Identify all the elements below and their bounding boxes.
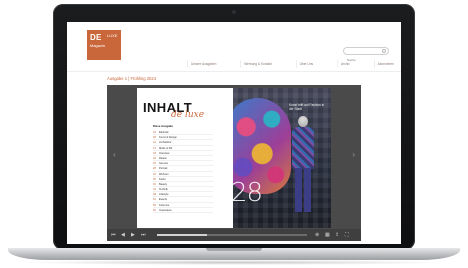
site-header: DE LUXE Magazin Unsere Ausgaben Werbung … <box>67 22 401 72</box>
toc-script-text: de luxe <box>171 110 205 120</box>
toc-item-title: Beauty <box>159 182 168 186</box>
toc-item-title: Genuss <box>159 162 168 166</box>
toc-item-title: Events <box>159 198 167 202</box>
toc-item-title: Kultur <box>159 177 166 181</box>
search-box[interactable] <box>343 47 389 63</box>
logo-sub-text: Magazin <box>90 43 106 48</box>
main-nav: Unsere Ausgaben Werbung & Kontakt Über U… <box>187 60 397 68</box>
webcam <box>232 10 236 14</box>
flipbook-viewer: ‹ › INHALT de luxe Diese Ausgabe 04 Edito… <box>107 85 361 241</box>
page-number: 28 <box>233 178 263 208</box>
page-title: Ausgabe 1 | Frühling 2024 <box>107 76 157 81</box>
toc-subheading: Diese Ausgabe <box>153 124 173 128</box>
grid-view-icon[interactable]: ▦ <box>325 231 330 239</box>
zoom-icon[interactable]: ⊕ <box>315 231 319 239</box>
toc-item-title: Editorial <box>159 131 169 134</box>
last-page-icon[interactable]: ⏭ <box>141 231 146 239</box>
nav-item-abonnieren[interactable]: Abonnieren <box>373 60 397 68</box>
logo-tail-text: LUXE <box>107 33 118 38</box>
toc-item: 60 Impressum <box>153 208 213 213</box>
logo-main-text: DE <box>90 33 102 42</box>
search-icon[interactable] <box>382 49 386 53</box>
person-head <box>298 116 308 127</box>
nav-item-werbung[interactable]: Werbung & Kontakt <box>240 60 275 68</box>
page-progress-fill <box>157 234 207 236</box>
toc-item-title: Kolumne <box>159 203 170 207</box>
toc-item-title: Lifestyle <box>159 193 169 197</box>
toc-item-title: Reisen <box>159 156 168 160</box>
toc-item-title: Architektur <box>159 141 172 145</box>
flipbook-right-page[interactable]: Kunst trifft auf Fashion in der Stadt 28 <box>233 88 331 228</box>
laptop-base-notch <box>206 248 262 251</box>
toc-item-title: Interview <box>159 151 170 155</box>
toc-item-title: Technik <box>159 188 168 192</box>
previous-page-arrow-icon[interactable]: ‹ <box>113 151 116 159</box>
nav-item-ausgaben[interactable]: Unsere Ausgaben <box>187 60 219 68</box>
person-jacket <box>292 127 314 169</box>
laptop-lid: DE LUXE Magazin Unsere Ausgaben Werbung … <box>53 4 415 250</box>
toc-item-title: Wohnen <box>159 172 169 176</box>
toc-item-title: Mode & Stil <box>159 146 173 150</box>
laptop-screen: DE LUXE Magazin Unsere Ausgaben Werbung … <box>67 22 401 244</box>
laptop-base <box>8 248 460 260</box>
next-page-arrow-icon[interactable]: › <box>352 151 355 159</box>
person-legs <box>295 168 311 212</box>
nav-item-ueber-uns[interactable]: Über Uns <box>295 60 316 68</box>
prev-page-icon[interactable]: ◀ <box>121 231 125 239</box>
fullscreen-icon[interactable]: ⛶ <box>345 231 349 239</box>
person-figure-image <box>291 116 315 214</box>
article-headline: Kunst trifft auf Fashion in der Stadt <box>289 103 325 112</box>
next-page-icon[interactable]: ▶ <box>131 231 135 239</box>
toc-item-title: Impressum <box>159 208 172 212</box>
toc-item-title: Kunst & Design <box>159 136 177 140</box>
toc-item-title: Portrait <box>159 167 168 171</box>
table-of-contents: Diese Ausgabe 04 Editorial 06 Kunst & Desi… <box>153 124 213 213</box>
share-icon[interactable]: ⇪ <box>335 231 339 239</box>
page-progress-slider[interactable] <box>157 234 307 236</box>
flipbook-controls: ⏮ ◀ ▶ ⏭ ⊕ ▦ ⇪ ⛶ <box>107 229 361 241</box>
laptop-shadow <box>20 260 448 265</box>
flipbook-left-page[interactable]: INHALT de luxe Diese Ausgabe 04 Editorial… <box>137 88 233 228</box>
site-logo[interactable]: DE LUXE Magazin <box>87 30 121 60</box>
first-page-icon[interactable]: ⏮ <box>111 231 116 239</box>
nav-item-archiv[interactable]: Archiv <box>336 60 353 68</box>
